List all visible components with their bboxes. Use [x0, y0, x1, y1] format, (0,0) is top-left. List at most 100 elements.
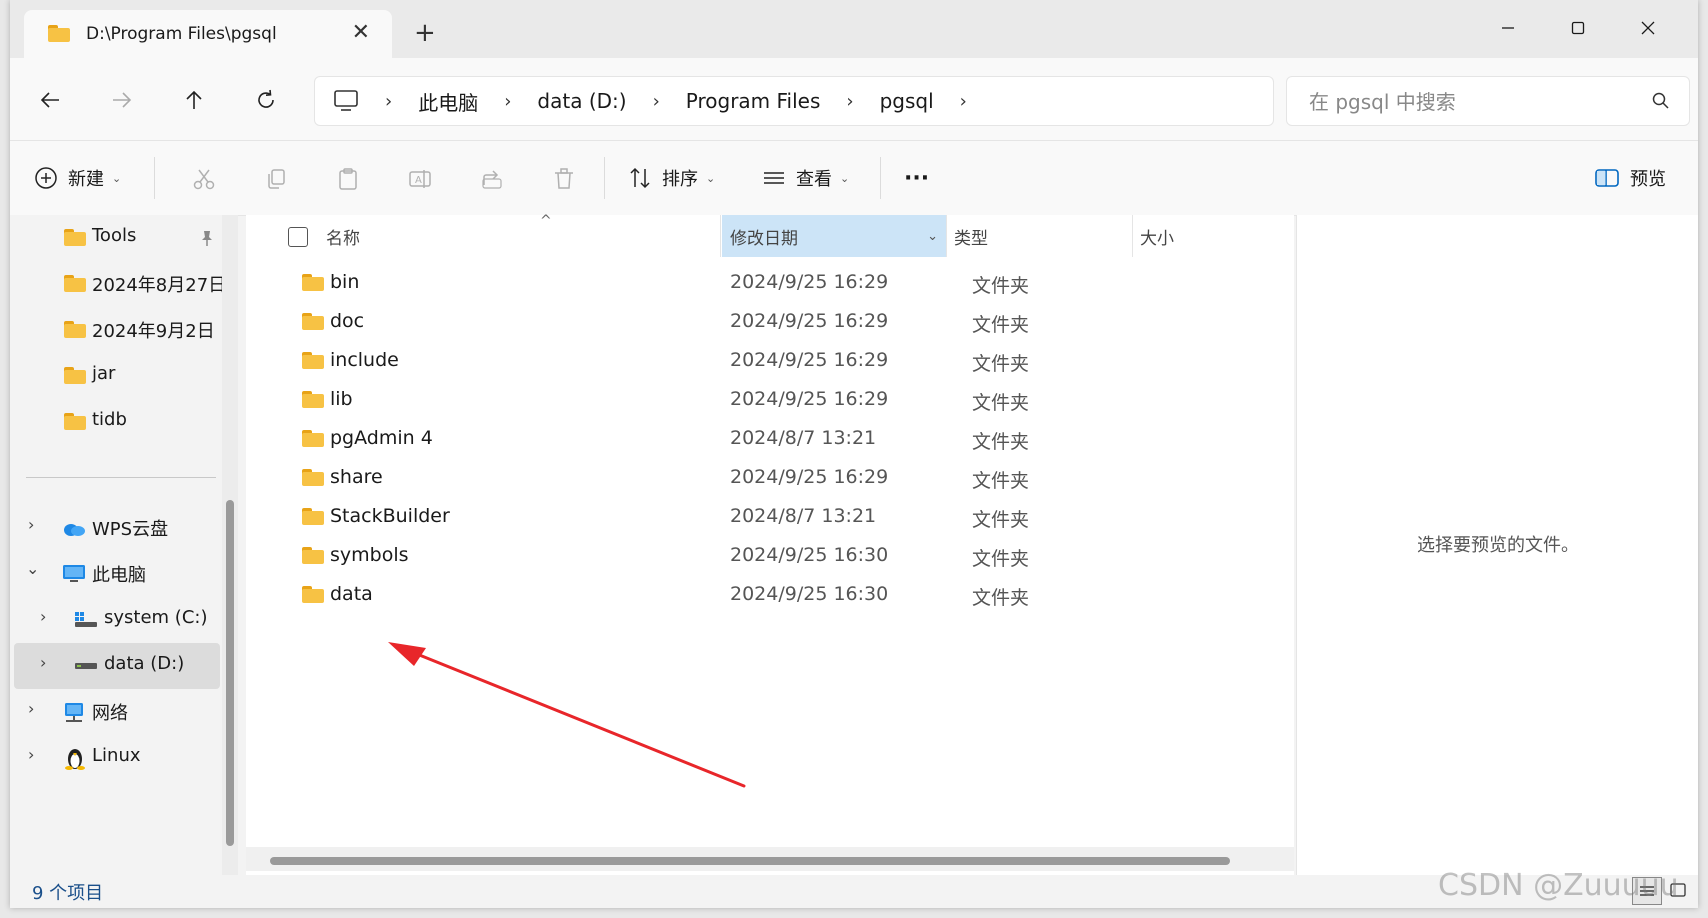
- chevron-right-icon[interactable]: ›: [40, 653, 46, 672]
- nav-item-wps-cloud[interactable]: › WPS云盘: [10, 505, 220, 551]
- file-type: 文件夹: [972, 392, 1030, 414]
- nav-item-label: jar: [92, 363, 116, 384]
- file-row[interactable]: symbols 2024/9/25 16:30 文件夹: [246, 534, 1294, 577]
- chevron-right-icon[interactable]: ›: [40, 607, 46, 626]
- chevron-down-icon: ⌄: [112, 171, 122, 185]
- rename-button[interactable]: A: [402, 161, 438, 197]
- file-row[interactable]: data 2024/9/25 16:30 文件夹: [246, 573, 1294, 616]
- minimize-button[interactable]: [1480, 10, 1536, 46]
- breadcrumb-separator[interactable]: ›: [846, 91, 853, 112]
- new-tab-button[interactable]: +: [414, 20, 436, 46]
- forward-button[interactable]: [102, 80, 142, 120]
- copy-button[interactable]: [258, 161, 294, 197]
- nav-item-this-pc[interactable]: ⌄ 此电脑: [10, 551, 220, 597]
- more-options-button[interactable]: ···: [904, 141, 929, 215]
- toolbar-divider: [604, 157, 605, 199]
- search-input[interactable]: [1307, 87, 1631, 117]
- file-date: 2024/8/7 13:21: [730, 427, 877, 449]
- nav-item-tidb[interactable]: tidb: [10, 399, 220, 445]
- nav-item-label: Tools: [92, 225, 137, 246]
- chevron-down-icon[interactable]: ⌄: [26, 559, 39, 578]
- breadcrumb-separator[interactable]: ›: [385, 91, 392, 112]
- column-header-type[interactable]: 类型: [952, 215, 1132, 257]
- file-date: 2024/9/25 16:29: [730, 271, 889, 293]
- column-divider[interactable]: [946, 215, 947, 257]
- nav-item-system-c[interactable]: › system (C:): [10, 597, 220, 643]
- breadcrumb-program-files[interactable]: Program Files: [686, 89, 821, 113]
- chevron-right-icon[interactable]: ›: [28, 515, 34, 534]
- nav-item-folder[interactable]: 2024年9月2日: [10, 307, 220, 353]
- nav-item-label: 2024年9月2日: [92, 321, 215, 342]
- select-all-checkbox[interactable]: [288, 227, 308, 247]
- sort-button[interactable]: 排序 ⌄: [628, 141, 715, 215]
- nav-item-network[interactable]: › 网络: [10, 689, 220, 735]
- nav-item-folder[interactable]: 2024年8月27日: [10, 261, 226, 307]
- back-button[interactable]: [30, 80, 70, 120]
- column-header-size[interactable]: 大小: [1140, 215, 1280, 257]
- column-header-label: 名称: [326, 228, 360, 249]
- up-button[interactable]: [174, 80, 214, 120]
- nav-scrollbar-thumb[interactable]: [226, 500, 234, 846]
- file-row[interactable]: lib 2024/9/25 16:29 文件夹: [246, 378, 1294, 421]
- toolbar-divider: [154, 157, 155, 199]
- delete-button[interactable]: [546, 161, 582, 197]
- column-header-name[interactable]: 名称 ^: [326, 213, 746, 257]
- file-row[interactable]: StackBuilder 2024/8/7 13:21 文件夹: [246, 495, 1294, 538]
- preview-label: 预览: [1630, 169, 1666, 190]
- cut-button[interactable]: [186, 161, 222, 197]
- file-row[interactable]: doc 2024/9/25 16:29 文件夹: [246, 300, 1294, 343]
- minimize-icon: [1502, 27, 1514, 29]
- close-window-button[interactable]: [1620, 10, 1676, 46]
- breadcrumb-data-d[interactable]: data (D:): [537, 89, 626, 113]
- preview-button[interactable]: 预览: [1594, 141, 1666, 215]
- sort-label: 排序: [662, 169, 698, 190]
- navigation-pane: Tools 2024年8月27日 2024年9月2日 jar tidb › WP…: [10, 215, 230, 875]
- address-bar[interactable]: › 此电脑 › data (D:) › Program Files › pgsq…: [314, 76, 1274, 126]
- view-lines-icon: [764, 172, 784, 184]
- nav-item-jar[interactable]: jar: [10, 353, 220, 399]
- breadcrumb-separator[interactable]: ›: [504, 91, 511, 112]
- column-divider[interactable]: [720, 215, 721, 257]
- nav-item-label: tidb: [92, 409, 127, 430]
- file-row[interactable]: include 2024/9/25 16:29 文件夹: [246, 339, 1294, 382]
- column-header-label: 修改日期: [730, 228, 798, 249]
- arrow-right-icon: [113, 92, 132, 108]
- tab-current[interactable]: D:\Program Files\pgsql ✕: [24, 10, 392, 58]
- drive-d-icon: [75, 663, 97, 669]
- folder-icon: [64, 321, 86, 338]
- file-type: 文件夹: [972, 353, 1030, 375]
- breadcrumb-pgsql[interactable]: pgsql: [880, 89, 934, 113]
- title-bar: D:\Program Files\pgsql ✕ +: [10, 0, 1698, 58]
- file-type: 文件夹: [972, 314, 1030, 336]
- nav-item-data-d[interactable]: › data (D:): [14, 643, 220, 689]
- close-tab-icon[interactable]: ✕: [352, 22, 370, 44]
- nav-item-linux[interactable]: › Linux: [10, 735, 220, 781]
- breadcrumb-separator[interactable]: ›: [960, 91, 967, 112]
- chevron-right-icon[interactable]: ›: [28, 699, 34, 718]
- column-header-date[interactable]: 修改日期 ⌄: [722, 215, 946, 257]
- file-name: bin: [330, 271, 360, 293]
- file-date: 2024/9/25 16:29: [730, 349, 889, 371]
- file-type: 文件夹: [972, 587, 1030, 609]
- nav-item-tools[interactable]: Tools: [10, 215, 220, 261]
- folder-icon: [64, 275, 86, 292]
- chevron-right-icon[interactable]: ›: [28, 745, 34, 764]
- file-row[interactable]: pgAdmin 4 2024/8/7 13:21 文件夹: [246, 417, 1294, 460]
- search-icon[interactable]: [1651, 91, 1671, 111]
- view-button[interactable]: 查看 ⌄: [762, 141, 849, 215]
- file-row[interactable]: bin 2024/9/25 16:29 文件夹: [246, 261, 1294, 304]
- maximize-button[interactable]: [1550, 10, 1606, 46]
- file-row[interactable]: share 2024/9/25 16:29 文件夹: [246, 456, 1294, 499]
- breadcrumb-this-pc[interactable]: 此电脑: [418, 87, 478, 116]
- command-bar: 新建 ⌄ A 排序 ⌄ 查看 ⌄ ··· 预览: [10, 140, 1698, 216]
- chevron-down-icon[interactable]: ⌄: [927, 229, 938, 244]
- new-button[interactable]: 新建 ⌄: [34, 141, 121, 215]
- pin-icon[interactable]: [198, 229, 216, 247]
- breadcrumb-separator[interactable]: ›: [653, 91, 660, 112]
- refresh-button[interactable]: [246, 80, 286, 120]
- share-button[interactable]: [474, 161, 510, 197]
- column-divider[interactable]: [1132, 215, 1133, 257]
- horizontal-scrollbar-thumb[interactable]: [270, 857, 1230, 865]
- paste-button[interactable]: [330, 161, 366, 197]
- file-name: doc: [330, 310, 365, 332]
